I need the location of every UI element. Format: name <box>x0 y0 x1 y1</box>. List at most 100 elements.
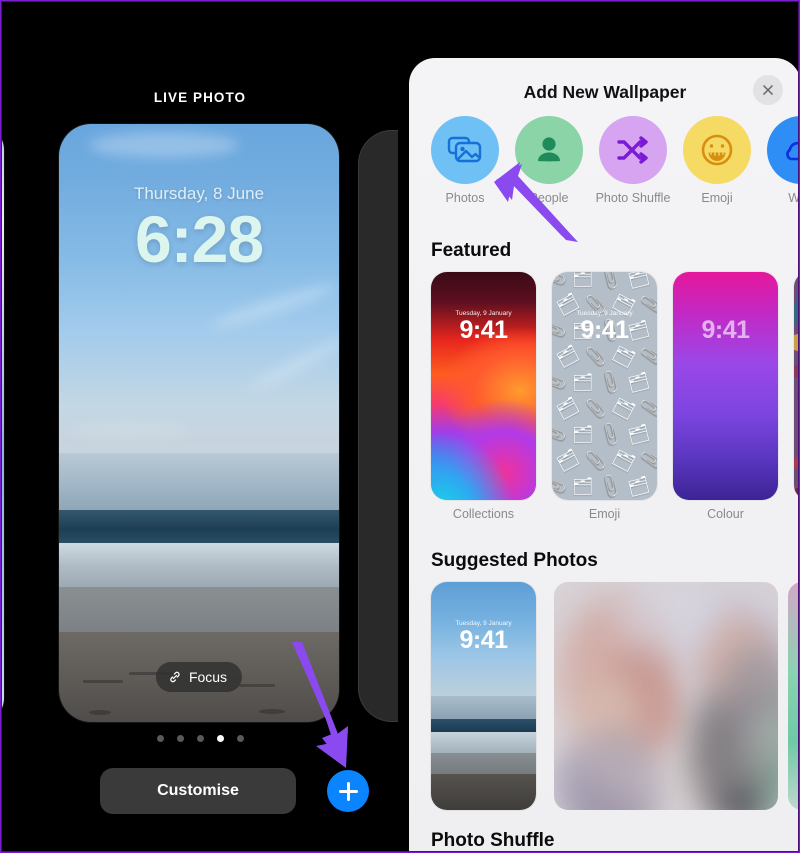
thumb-time: 9:41 <box>459 316 508 344</box>
lock-screen-date: Thursday, 8 June <box>133 184 265 203</box>
suggested-photos-row[interactable]: Tuesday, 9 January 9:41 <box>431 582 536 810</box>
emoji-pattern-art: 📎 🗂 📎 🗂 🗂 📎 🗂 📎 📎 🗂 📎 🗂 🗂 📎 🗂 📎 📎 🗂 📎 🗂 🗂 📎 🗂 📎 📎 🗂 📎 🗂 🗂 📎 🗂 📎 📎 🗂 📎 🗂 <box>552 272 657 500</box>
section-title-featured: Featured <box>431 240 512 261</box>
focus-pill-label: Focus <box>188 669 228 685</box>
wet-sand-layer <box>59 587 339 636</box>
emoji-pattern-glyph: 📎 <box>596 272 625 292</box>
emoji-pattern-glyph: 🗂 <box>609 447 638 474</box>
left-panel-lock-screen-gallery: LIVE PHOTO Thursday, 8 June 6:28 Focus C… <box>2 2 398 851</box>
peek-card-tint <box>2 124 4 724</box>
add-new-wallpaper-sheet: Add New Wallpaper Photos People Photo Sh… <box>409 58 798 851</box>
add-wallpaper-button[interactable] <box>327 770 369 812</box>
peek-blob <box>794 365 798 377</box>
close-icon <box>763 85 773 95</box>
emoji-pattern-glyph: 📎 <box>585 347 607 366</box>
wallpaper-card-previous[interactable] <box>2 124 4 724</box>
wallpaper-thumb[interactable] <box>794 272 798 500</box>
emoji-pattern-glyph: 🗂 <box>626 370 652 395</box>
category-photos[interactable]: Photos <box>431 116 499 210</box>
suggested-photo-wide[interactable] <box>554 582 778 810</box>
page-dot[interactable] <box>156 735 164 742</box>
live-photo-label: LIVE PHOTO <box>153 90 247 105</box>
surf-layer <box>59 542 339 591</box>
sheet-title: Add New Wallpaper <box>523 82 687 102</box>
thumb-time: 9:41 <box>459 626 508 654</box>
featured-label: Collections <box>452 507 515 521</box>
peek-blob <box>794 457 798 469</box>
page-dot[interactable] <box>196 735 204 742</box>
section-title-photo-shuffle: Photo Shuffle <box>431 830 555 851</box>
collections-art <box>431 272 536 500</box>
emoji-pattern-glyph: 📎 <box>552 473 569 500</box>
wallpaper-thumb[interactable]: 9:41 <box>673 272 778 500</box>
page-dot-active[interactable] <box>216 735 224 742</box>
category-row[interactable]: Photos People Photo Shuffle Emoji W <box>409 116 798 210</box>
wallpaper-card-current[interactable]: Thursday, 8 June 6:28 Focus <box>59 124 339 722</box>
sand-texture <box>83 680 123 683</box>
emoji-pattern-glyph: 📎 <box>552 272 569 292</box>
emoji-pattern-glyph: 📎 <box>639 448 657 473</box>
suggested-item-beach[interactable]: Tuesday, 9 January 9:41 <box>431 582 536 810</box>
category-photo-shuffle[interactable]: Photo Shuffle <box>596 116 670 210</box>
emoji-pattern-glyph: 📎 <box>596 421 625 448</box>
featured-item-peek[interactable] <box>794 272 798 521</box>
person-icon <box>515 116 583 184</box>
featured-row[interactable]: Tuesday, 9 January 9:41 Collections 📎 🗂 📎 🗂… <box>431 272 798 521</box>
category-people[interactable]: People <box>515 116 583 210</box>
emoji-pattern-glyph: 📎 <box>552 421 569 448</box>
wallpaper-card-next[interactable] <box>358 130 398 722</box>
sand-texture <box>259 709 285 714</box>
photos-icon <box>431 116 499 184</box>
category-label: Photo Shuffle <box>595 191 671 205</box>
featured-label: Emoji <box>588 507 621 521</box>
screenshot-root: LIVE PHOTO Thursday, 8 June 6:28 Focus C… <box>0 0 800 853</box>
emoji-pattern-glyph: 🗂 <box>626 422 652 447</box>
shuffle-icon <box>599 116 667 184</box>
right-panel-add-wallpaper: Add New Wallpaper Photos People Photo Sh… <box>402 2 798 851</box>
peek-blob <box>797 383 798 405</box>
peek-blob <box>794 334 798 351</box>
sand-texture <box>239 684 275 687</box>
link-icon <box>168 670 182 684</box>
suggested-photo-peek[interactable] <box>788 582 798 810</box>
emoji-pattern-glyph: 🗂 <box>553 447 582 474</box>
close-button[interactable] <box>753 75 783 105</box>
lock-screen-time: 6:28 <box>134 202 264 276</box>
beach-art <box>431 582 536 810</box>
featured-item-colour[interactable]: 9:41 Colour <box>673 272 778 521</box>
peek-art <box>794 272 798 500</box>
emoji-pattern-glyph: 🗂 <box>553 343 582 370</box>
wallpaper-thumb[interactable]: Tuesday, 9 January 9:41 <box>431 272 536 500</box>
peek-blob <box>794 488 798 495</box>
emoji-pattern-glyph: 🗂 <box>609 395 638 422</box>
smiley-icon <box>683 116 751 184</box>
page-indicator[interactable] <box>2 735 398 742</box>
emoji-pattern-glyph: 🗂 <box>553 395 582 422</box>
thumb-time: 9:41 <box>580 316 629 344</box>
emoji-pattern-glyph: 🗂 <box>572 272 594 288</box>
featured-item-collections[interactable]: Tuesday, 9 January 9:41 Collections <box>431 272 536 521</box>
section-title-suggested-photos: Suggested Photos <box>431 550 598 571</box>
wallpaper-thumb[interactable]: Tuesday, 9 January 9:41 <box>431 582 536 810</box>
page-dot[interactable] <box>176 735 184 742</box>
emoji-pattern-glyph: 📎 <box>596 369 625 396</box>
category-weather[interactable]: Wea <box>767 116 798 210</box>
colour-gradient-art <box>673 272 778 500</box>
art-layer <box>431 753 536 774</box>
customise-button[interactable]: Customise <box>100 768 296 814</box>
emoji-pattern-glyph: 🗂 <box>572 425 594 444</box>
emoji-pattern-glyph: 📎 <box>585 399 607 418</box>
art-layer <box>431 696 536 719</box>
page-dot[interactable] <box>236 735 244 742</box>
art-layer <box>431 773 536 810</box>
category-emoji[interactable]: Emoji <box>683 116 751 210</box>
cloud-wisp <box>69 424 189 436</box>
peek-blob <box>794 272 795 279</box>
wallpaper-thumb[interactable]: 📎 🗂 📎 🗂 🗂 📎 🗂 📎 📎 🗂 📎 🗂 🗂 📎 🗂 📎 📎 🗂 📎 🗂 🗂 📎 🗂 📎 📎 🗂 📎 🗂 🗂 📎 🗂 📎 📎 🗂 📎 🗂 Tue… <box>552 272 657 500</box>
featured-item-emoji[interactable]: 📎 🗂 📎 🗂 🗂 📎 🗂 📎 📎 🗂 📎 🗂 🗂 📎 🗂 📎 📎 🗂 📎 🗂 🗂 📎 🗂 📎 📎 🗂 📎 🗂 🗂 📎 🗂 📎 📎 🗂 📎 🗂 Tue… <box>552 272 657 521</box>
featured-label: Colour <box>707 507 744 521</box>
sea-far-layer <box>59 452 339 513</box>
focus-pill[interactable]: Focus <box>155 662 243 692</box>
emoji-pattern-glyph: 📎 <box>639 344 657 369</box>
thumb-time: 9:41 <box>701 316 750 344</box>
